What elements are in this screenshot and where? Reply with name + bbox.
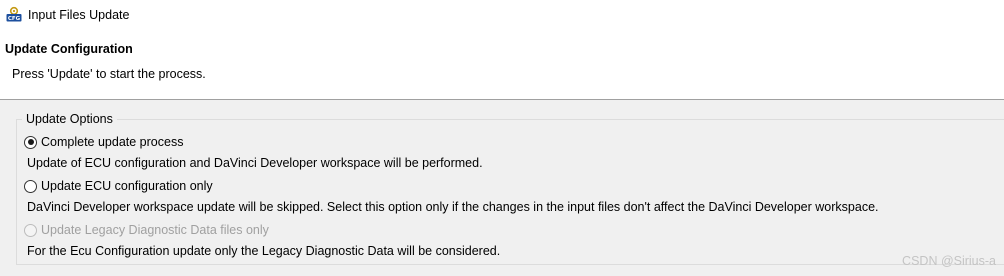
watermark: CSDN @Sirius-a	[902, 254, 996, 268]
complete-update-label[interactable]: Complete update process	[41, 134, 183, 150]
page-title: Update Configuration	[5, 42, 133, 56]
legacy-diagnostic-radio	[24, 223, 37, 237]
title-bar: CFG Input Files Update	[0, 0, 1004, 30]
legacy-diagnostic-description: For the Ecu Configuration update only th…	[27, 244, 501, 258]
page-description: Press 'Update' to start the process.	[12, 67, 206, 81]
complete-update-radio-option[interactable]: Complete update process	[24, 133, 183, 151]
update-ecu-config-label[interactable]: Update ECU configuration only	[41, 178, 213, 194]
legacy-diagnostic-radio-option: Update Legacy Diagnostic Data files only	[24, 221, 269, 239]
legacy-diagnostic-label: Update Legacy Diagnostic Data files only	[41, 223, 269, 237]
complete-update-radio[interactable]	[24, 135, 37, 149]
update-ecu-config-radio-option[interactable]: Update ECU configuration only	[24, 177, 213, 195]
update-ecu-config-radio[interactable]	[24, 179, 37, 193]
window-title: Input Files Update	[28, 8, 130, 22]
cfg-icon-label: CFG	[8, 16, 21, 22]
input-files-update-dialog: CFG Input Files Update Update Configurat…	[0, 0, 1004, 276]
update-options-legend: Update Options	[22, 111, 117, 127]
update-ecu-config-description: DaVinci Developer workspace update will …	[27, 200, 879, 214]
wizard-header: Update Configuration Press 'Update' to s…	[0, 30, 1004, 99]
cfg-icon: CFG	[6, 6, 22, 22]
complete-update-description: Update of ECU configuration and DaVinci …	[27, 156, 483, 170]
